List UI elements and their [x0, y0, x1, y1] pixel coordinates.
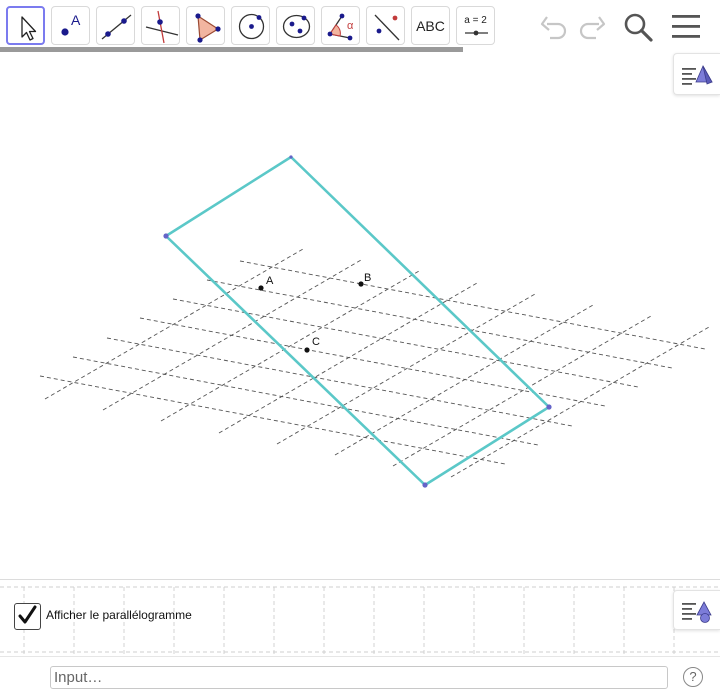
angle-icon	[327, 13, 353, 41]
algebra-style-bar-button[interactable]	[673, 590, 720, 630]
reflect-tool-button[interactable]	[366, 6, 405, 45]
cursor-arrow-icon	[21, 16, 37, 41]
parallelogram-vertex[interactable]	[422, 482, 428, 488]
reflect-icon	[374, 14, 400, 41]
input-field[interactable]	[50, 666, 668, 689]
circle-icon	[238, 13, 265, 40]
checkbox-label: Afficher le parallélogramme	[46, 608, 192, 622]
point-a[interactable]	[258, 285, 264, 291]
parallelogram-vertex[interactable]	[289, 155, 293, 159]
text-tool-button[interactable]: ABC	[411, 6, 450, 45]
input-bar: ?	[0, 656, 720, 700]
angle-tool-label: α	[347, 20, 354, 32]
perpendicular-line-tool-button[interactable]	[141, 6, 180, 45]
point-c[interactable]	[304, 347, 310, 353]
toolbar-scrollbar[interactable]	[0, 47, 463, 52]
move-tool-button[interactable]	[6, 6, 45, 45]
search-icon[interactable]	[622, 11, 654, 43]
parallelogram-vertex[interactable]	[163, 233, 169, 239]
geogebra-app: A α ABC a = 2 A B C Afficher le parallél…	[0, 0, 720, 700]
slider-icon	[465, 30, 488, 36]
undo-icon[interactable]	[538, 11, 570, 43]
angle-tool-button[interactable]: α	[321, 6, 360, 45]
menu-icon[interactable]	[670, 11, 702, 43]
checkmark-icon	[18, 605, 37, 624]
point-tool-label: A	[71, 12, 81, 28]
perpendicular-line-icon	[145, 10, 179, 44]
point-b-label: B	[364, 272, 371, 284]
conic-tool-button[interactable]	[276, 6, 315, 45]
redo-icon[interactable]	[576, 11, 608, 43]
algebra-view: Afficher le parallélogramme	[0, 579, 720, 656]
point-tool-button[interactable]: A	[51, 6, 90, 45]
point-a-label: A	[266, 275, 274, 287]
circle-tool-button[interactable]	[231, 6, 270, 45]
graphics-style-bar-button[interactable]	[673, 53, 720, 95]
line-icon	[101, 14, 132, 40]
algebra-style-icon	[682, 601, 712, 623]
point-c-label: C	[312, 336, 320, 348]
polygon-icon	[195, 13, 221, 43]
pyramid-style-icon	[682, 65, 713, 85]
help-button[interactable]: ?	[683, 667, 703, 687]
ellipse-icon	[282, 14, 311, 39]
line-tool-button[interactable]	[96, 6, 135, 45]
text-tool-label: ABC	[416, 17, 445, 34]
toolbar: A α ABC a = 2	[0, 0, 720, 53]
point-b[interactable]	[358, 281, 364, 287]
graphics-canvas: A B C	[39, 155, 710, 488]
slider-tool-button[interactable]: a = 2	[456, 6, 495, 45]
parallelogram-vertex[interactable]	[546, 404, 552, 410]
polygon-tool-button[interactable]	[186, 6, 225, 45]
graphics-view-3d[interactable]: A B C	[0, 53, 720, 579]
show-parallelogram-checkbox[interactable]	[14, 603, 41, 630]
